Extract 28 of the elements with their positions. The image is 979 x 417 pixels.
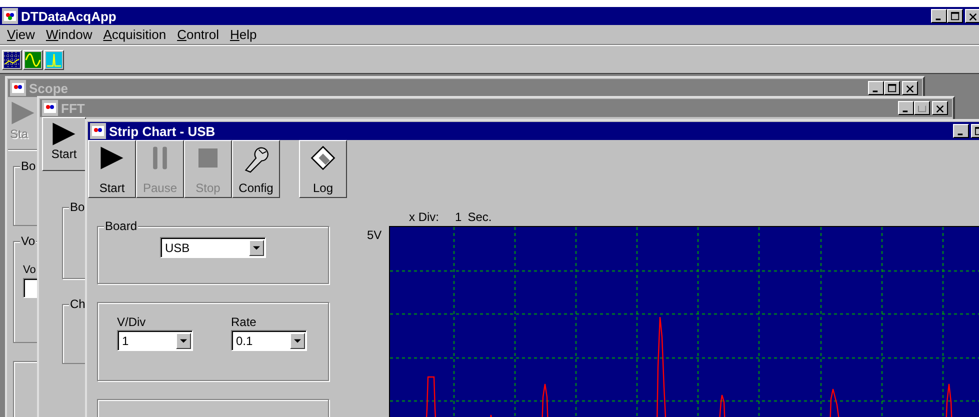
start-button[interactable]: Start [42,117,86,171]
menu-item[interactable]: View [4,27,43,42]
group-label: Board [104,219,138,233]
menu-item[interactable]: Window [42,27,100,42]
x-div-unit: Sec. [468,210,492,226]
x-div-label: x Div: [409,210,439,226]
menu-item[interactable]: Help [227,27,265,42]
menu-item[interactable]: Control [174,27,227,42]
menu-item[interactable]: Acquisition [100,27,174,42]
app-title: DTDataAcqApp [21,8,116,24]
field-label: Rate [231,315,258,329]
field-label: V/Div [117,315,147,329]
rate-dropdown[interactable]: 0.1 [231,330,307,351]
group-label: Ch [69,297,86,311]
group-label: Bo [20,159,37,173]
config-button[interactable]: Config [232,140,280,198]
group-label: Vo [20,234,36,248]
log-button[interactable]: Log [299,140,347,198]
field-label: Vo [23,264,37,276]
window-title: Strip Chart - USB [109,124,216,138]
vdiv-dropdown[interactable]: 1 [117,330,193,351]
x-div-value: 1 [455,210,462,226]
board-dropdown[interactable]: USB [160,237,266,258]
start-button[interactable]: Start [88,140,136,198]
axis-label: 5V [367,227,382,244]
window-title: FFT [61,100,85,116]
window-title: Scope [29,80,68,96]
group-label: Bo [69,200,86,214]
